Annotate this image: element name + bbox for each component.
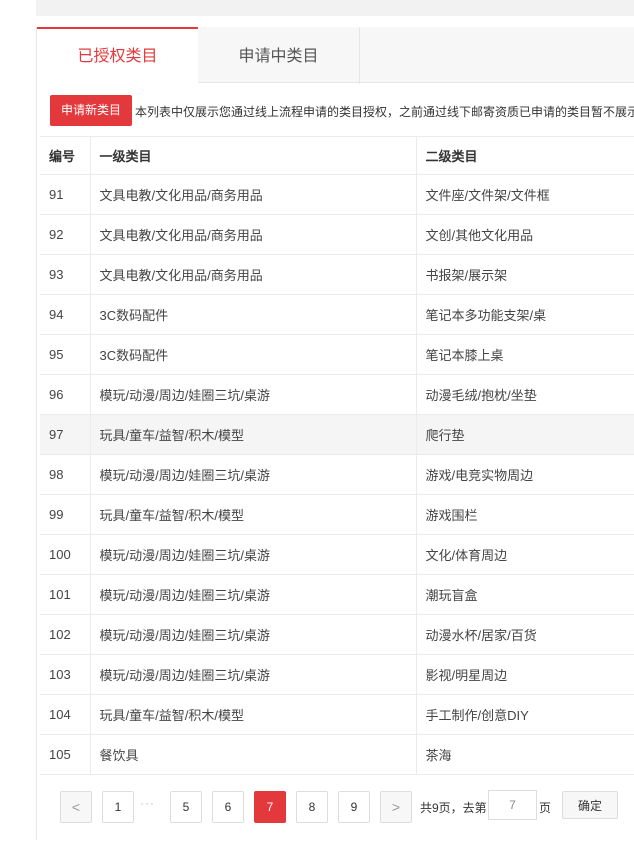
column-header-level2: 二级类目 xyxy=(416,136,634,175)
cell-level2-category: 笔记本膝上桌 xyxy=(416,334,634,375)
cell-level1-category: 模玩/动漫/周边/娃圈三坑/桌游 xyxy=(90,614,417,655)
cell-id: 91 xyxy=(40,174,91,215)
category-table: 编号 一级类目 二级类目 91 文具电教/文化用品/商务用品 文件座/文件架/文件框… xyxy=(40,136,634,775)
page-button-5[interactable]: 5 xyxy=(170,791,202,823)
pagination-ellipsis: ··· xyxy=(140,796,155,810)
page-suffix-text: 页 xyxy=(539,801,552,815)
cell-level2-category: 书报架/展示架 xyxy=(416,254,634,295)
cell-id: 92 xyxy=(40,214,91,255)
cell-level2-category: 游戏/电竞实物周边 xyxy=(416,454,634,495)
page-button-1[interactable]: 1 xyxy=(102,791,134,823)
cell-id: 95 xyxy=(40,334,91,375)
table-row: 104 玩具/童车/益智/积木/模型 手工制作/创意DIY xyxy=(40,694,634,735)
cell-level2-category: 笔记本多功能支架/桌 xyxy=(416,294,634,335)
cell-level1-category: 3C数码配件 xyxy=(90,294,417,335)
cell-id: 94 xyxy=(40,294,91,335)
pagination: < 1 ··· 5 6 7 8 9 > 共9页，去第 页 确定 xyxy=(37,774,634,840)
goto-page-input[interactable] xyxy=(488,790,537,820)
cell-id: 104 xyxy=(40,694,91,735)
table-row: 93 文具电教/文化用品/商务用品 书报架/展示架 xyxy=(40,254,634,295)
tab-bar: 已授权类目 申请中类目 xyxy=(37,27,634,84)
cell-level2-category: 茶海 xyxy=(416,734,634,775)
column-header-level1: 一级类目 xyxy=(90,136,417,175)
notice-row: 申请新类目 本列表中仅展示您通过线上流程申请的类目授权，之前通过线下邮寄资质已申… xyxy=(37,84,634,136)
table-row: 101 模玩/动漫/周边/娃圈三坑/桌游 潮玩盲盒 xyxy=(40,574,634,615)
table-row: 102 模玩/动漫/周边/娃圈三坑/桌游 动漫水杯/居家/百货 xyxy=(40,614,634,655)
cell-id: 103 xyxy=(40,654,91,695)
cell-id: 99 xyxy=(40,494,91,535)
cell-id: 96 xyxy=(40,374,91,415)
total-pages-text: 共9页，去第 xyxy=(420,801,487,815)
cell-level2-category: 文创/其他文化用品 xyxy=(416,214,634,255)
cell-level1-category: 模玩/动漫/周边/娃圈三坑/桌游 xyxy=(90,454,417,495)
prev-page-button[interactable]: < xyxy=(60,791,92,823)
cell-level2-category: 潮玩盲盒 xyxy=(416,574,634,615)
page-button-9[interactable]: 9 xyxy=(338,791,370,823)
table-row: 100 模玩/动漫/周边/娃圈三坑/桌游 文化/体育周边 xyxy=(40,534,634,575)
table-row: 97 玩具/童车/益智/积木/模型 爬行垫 xyxy=(40,414,634,455)
cell-level2-category: 爬行垫 xyxy=(416,414,634,455)
cell-level1-category: 文具电教/文化用品/商务用品 xyxy=(90,174,417,215)
category-panel: 已授权类目 申请中类目 申请新类目 本列表中仅展示您通过线上流程申请的类目授权，… xyxy=(36,27,634,840)
table-body: 91 文具电教/文化用品/商务用品 文件座/文件架/文件框 92 文具电教/文化用品/商… xyxy=(40,174,634,775)
goto-confirm-button[interactable]: 确定 xyxy=(562,791,618,819)
table-row: 99 玩具/童车/益智/积木/模型 游戏围栏 xyxy=(40,494,634,535)
table-row: 96 模玩/动漫/周边/娃圈三坑/桌游 动漫毛绒/抱枕/坐垫 xyxy=(40,374,634,415)
table-row: 92 文具电教/文化用品/商务用品 文创/其他文化用品 xyxy=(40,214,634,255)
cell-level1-category: 餐饮具 xyxy=(90,734,417,775)
page-button-8[interactable]: 8 xyxy=(296,791,328,823)
cell-level2-category: 游戏围栏 xyxy=(416,494,634,535)
cell-level2-category: 文化/体育周边 xyxy=(416,534,634,575)
top-bar xyxy=(36,0,634,16)
cell-level2-category: 动漫毛绒/抱枕/坐垫 xyxy=(416,374,634,415)
table-header-row: 编号 一级类目 二级类目 xyxy=(40,136,634,175)
cell-id: 98 xyxy=(40,454,91,495)
cell-id: 102 xyxy=(40,614,91,655)
page-button-6[interactable]: 6 xyxy=(212,791,244,823)
cell-level1-category: 模玩/动漫/周边/娃圈三坑/桌游 xyxy=(90,654,417,695)
cell-level2-category: 动漫水杯/居家/百货 xyxy=(416,614,634,655)
cell-id: 93 xyxy=(40,254,91,295)
cell-level1-category: 3C数码配件 xyxy=(90,334,417,375)
apply-new-category-button[interactable]: 申请新类目 xyxy=(50,95,132,126)
cell-level1-category: 玩具/童车/益智/积木/模型 xyxy=(90,694,417,735)
tab-authorized-categories[interactable]: 已授权类目 xyxy=(37,27,198,84)
table-row: 95 3C数码配件 笔记本膝上桌 xyxy=(40,334,634,375)
cell-id: 101 xyxy=(40,574,91,615)
cell-level2-category: 文件座/文件架/文件框 xyxy=(416,174,634,215)
cell-level1-category: 文具电教/文化用品/商务用品 xyxy=(90,254,417,295)
cell-level1-category: 玩具/童车/益智/积木/模型 xyxy=(90,414,417,455)
table-row: 94 3C数码配件 笔记本多功能支架/桌 xyxy=(40,294,634,335)
table-row: 91 文具电教/文化用品/商务用品 文件座/文件架/文件框 xyxy=(40,174,634,215)
next-page-button[interactable]: > xyxy=(380,791,412,823)
cell-id: 100 xyxy=(40,534,91,575)
column-header-id: 编号 xyxy=(40,136,91,175)
table-row: 105 餐饮具 茶海 xyxy=(40,734,634,775)
cell-level1-category: 玩具/童车/益智/积木/模型 xyxy=(90,494,417,535)
cell-level2-category: 手工制作/创意DIY xyxy=(416,694,634,735)
cell-level1-category: 模玩/动漫/周边/娃圈三坑/桌游 xyxy=(90,534,417,575)
cell-level1-category: 模玩/动漫/周边/娃圈三坑/桌游 xyxy=(90,374,417,415)
table-row: 103 模玩/动漫/周边/娃圈三坑/桌游 影视/明星周边 xyxy=(40,654,634,695)
cell-level1-category: 文具电教/文化用品/商务用品 xyxy=(90,214,417,255)
cell-id: 105 xyxy=(40,734,91,775)
table-row: 98 模玩/动漫/周边/娃圈三坑/桌游 游戏/电竞实物周边 xyxy=(40,454,634,495)
cell-level1-category: 模玩/动漫/周边/娃圈三坑/桌游 xyxy=(90,574,417,615)
page-button-7-current[interactable]: 7 xyxy=(254,791,286,823)
notice-text: 本列表中仅展示您通过线上流程申请的类目授权，之前通过线下邮寄资质已申请的类目暂不… xyxy=(135,105,634,119)
tab-pending-categories[interactable]: 申请中类目 xyxy=(198,27,360,84)
cell-level2-category: 影视/明星周边 xyxy=(416,654,634,695)
cell-id: 97 xyxy=(40,414,91,455)
